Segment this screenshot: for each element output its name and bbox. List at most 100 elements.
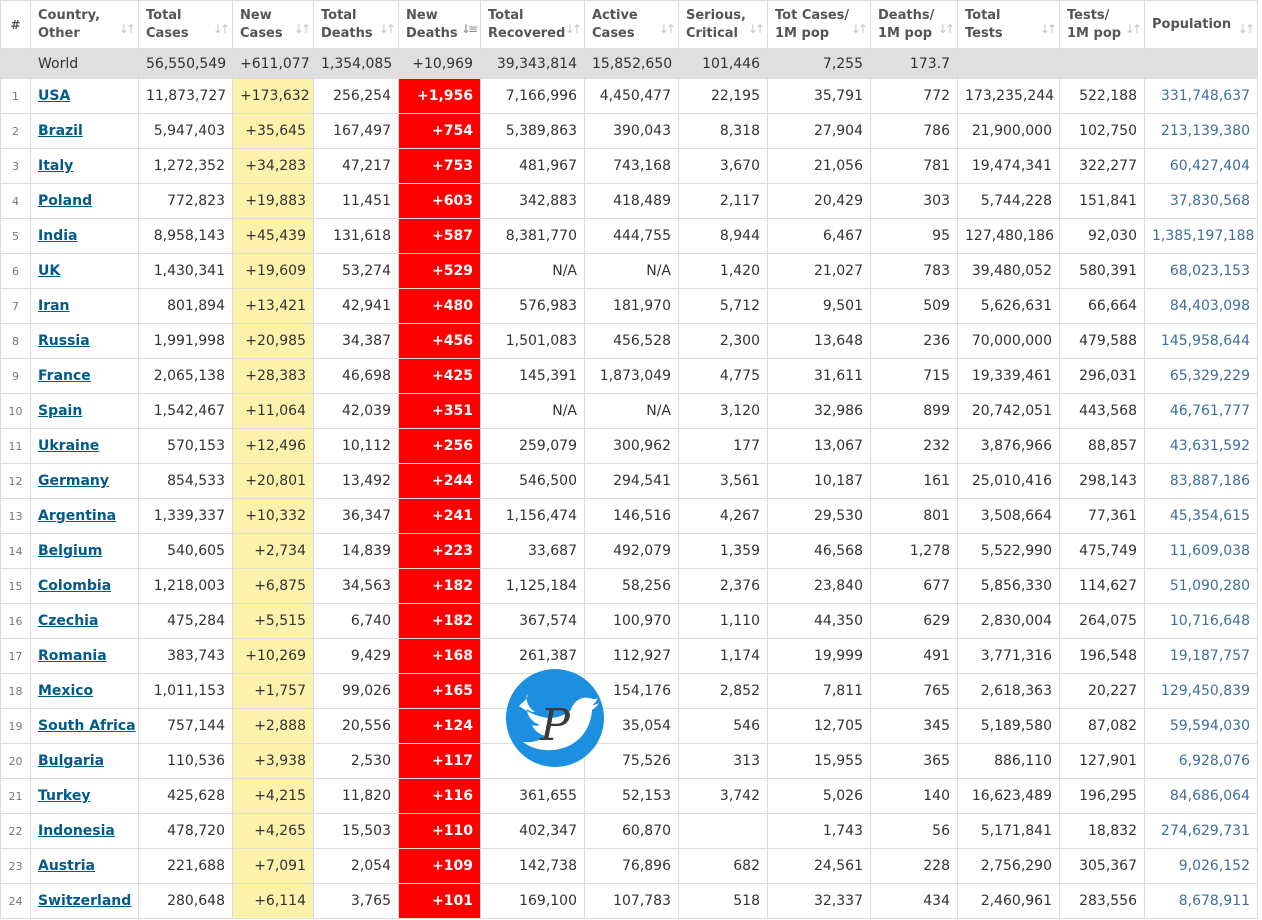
cell-total-cases: 1,991,998 (138, 323, 233, 359)
country-link[interactable]: Turkey (38, 788, 90, 804)
country-link[interactable]: Poland (38, 193, 92, 209)
table-row: 4 Poland 772,823 +19,883 11,451 +603 342,883 41… (0, 183, 1258, 219)
table-row: 12 Germany 854,533 +20,801 13,492 +244 546,500… (0, 463, 1258, 499)
sort-arrows-icon[interactable]: ↓↑ (851, 20, 868, 38)
row-index: 20 (0, 743, 31, 779)
sort-arrows-icon[interactable]: ↓↑ (1040, 20, 1057, 38)
column-header-11[interactable]: Total Tests ↓↑ (957, 0, 1060, 49)
sort-arrows-icon[interactable]: ↓↑ (659, 20, 676, 38)
cell-total-deaths: 9,429 (313, 638, 399, 674)
cell-serious: 101,446 (678, 48, 768, 79)
country-link[interactable]: Russia (38, 333, 90, 349)
cell-population: 45,354,615 (1144, 498, 1258, 534)
country-link[interactable]: Colombia (38, 578, 111, 594)
table-row: 7 Iran 801,894 +13,421 42,941 +480 576,983 181,… (0, 288, 1258, 324)
country-link[interactable]: Brazil (38, 123, 83, 139)
cell-new-cases: +7,091 (232, 848, 314, 884)
column-header-13[interactable]: Population ↓↑ (1144, 0, 1258, 49)
country-link[interactable]: Argentina (38, 508, 116, 524)
sort-arrows-icon[interactable]: ↓↑ (565, 20, 582, 38)
cell-serious: 3,120 (678, 393, 768, 429)
cell-tests-per-m: 580,391 (1059, 253, 1145, 289)
cell-cases-per-m: 44,350 (767, 603, 871, 639)
cell-total-tests: 2,756,290 (957, 848, 1060, 884)
cell-cases-per-m: 20,429 (767, 183, 871, 219)
cell-total-deaths: 6,740 (313, 603, 399, 639)
country-link[interactable]: Czechia (38, 613, 98, 629)
sort-arrows-icon[interactable]: ↓↑ (748, 20, 765, 38)
country-link[interactable]: Belgium (38, 543, 102, 559)
country-link[interactable]: Iran (38, 298, 70, 314)
column-header-label: Tot Cases/ 1M pop (775, 7, 850, 41)
row-index: 9 (0, 358, 31, 394)
sort-arrows-icon[interactable]: ↓↑ (1125, 20, 1142, 38)
country-link[interactable]: Germany (38, 473, 109, 489)
cell-total-cases: 5,947,403 (138, 113, 233, 149)
column-header-10[interactable]: Deaths/ 1M pop ↓↑ (870, 0, 958, 49)
table-row: 13 Argentina 1,339,337 +10,332 36,347 +241 1,1… (0, 498, 1258, 534)
cell-total-cases: 1,430,341 (138, 253, 233, 289)
cell-deaths-per-m: 677 (870, 568, 958, 604)
country-link[interactable]: Mexico (38, 683, 93, 699)
cell-deaths-per-m: 899 (870, 393, 958, 429)
table-row: 21 Turkey 425,628 +4,215 11,820 +116 361,655 52… (0, 778, 1258, 814)
cell-cases-per-m: 19,999 (767, 638, 871, 674)
column-header-label: New Cases (240, 7, 283, 41)
cell-deaths-per-m: 783 (870, 253, 958, 289)
cell-new-deaths: +168 (398, 638, 481, 674)
cell-tests-per-m: 87,082 (1059, 708, 1145, 744)
country-link[interactable]: Ukraine (38, 438, 99, 454)
country-link[interactable]: Romania (38, 648, 107, 664)
column-header-3[interactable]: New Cases ↓↑ (232, 0, 314, 49)
table-row: 10 Spain 1,542,467 +11,064 42,039 +351 N/A N/A 3… (0, 393, 1258, 429)
column-header-1[interactable]: Country, Other ↓↑ (30, 0, 139, 49)
cell-deaths-per-m: 140 (870, 778, 958, 814)
sort-arrows-icon[interactable]: ↓↑ (294, 20, 311, 38)
country-link[interactable]: India (38, 228, 77, 244)
column-header-12[interactable]: Tests/ 1M pop ↓↑ (1059, 0, 1145, 49)
country-link[interactable]: Spain (38, 403, 82, 419)
column-header-6[interactable]: Total Recovered ↓↑ (480, 0, 585, 49)
cell-population: 331,748,637 (1144, 78, 1258, 114)
column-header-9[interactable]: Tot Cases/ 1M pop ↓↑ (767, 0, 871, 49)
sort-arrows-icon[interactable]: ↓≡ (461, 20, 478, 38)
country-link[interactable]: Bulgaria (38, 753, 104, 769)
cell-total-recovered: 259,079 (480, 428, 585, 464)
sort-arrows-icon[interactable]: ↓↑ (379, 20, 396, 38)
sort-arrows-icon[interactable]: ↓↑ (1238, 20, 1255, 38)
cell-serious: 4,267 (678, 498, 768, 534)
country-link[interactable]: France (38, 368, 91, 384)
cell-cases-per-m: 10,187 (767, 463, 871, 499)
country-link[interactable]: Italy (38, 158, 73, 174)
sort-arrows-icon[interactable]: ↓↑ (938, 20, 955, 38)
cell-cases-per-m: 32,337 (767, 883, 871, 919)
column-header-7[interactable]: Active Cases ↓↑ (584, 0, 679, 49)
column-header-2[interactable]: Total Cases ↓↑ (138, 0, 233, 49)
cell-cases-per-m: 7,255 (767, 48, 871, 79)
country-link[interactable]: UK (38, 263, 60, 279)
cell-cases-per-m: 1,743 (767, 813, 871, 849)
cell-new-deaths: +182 (398, 568, 481, 604)
country-link[interactable]: Switzerland (38, 893, 131, 909)
table-row: 8 Russia 1,991,998 +20,985 34,387 +456 1,501,0… (0, 323, 1258, 359)
sort-arrows-icon[interactable]: ↓↑ (213, 20, 230, 38)
row-index: 21 (0, 778, 31, 814)
cell-total-cases: 2,065,138 (138, 358, 233, 394)
cell-serious: 3,561 (678, 463, 768, 499)
country-link[interactable]: South Africa (38, 718, 136, 734)
country-link[interactable]: Indonesia (38, 823, 115, 839)
cell-total-deaths: 2,530 (313, 743, 399, 779)
country-link[interactable]: USA (38, 88, 70, 104)
row-index: 3 (0, 148, 31, 184)
cell-deaths-per-m: 786 (870, 113, 958, 149)
column-header-8[interactable]: Serious, Critical ↓↑ (678, 0, 768, 49)
country-link[interactable]: Austria (38, 858, 95, 874)
cell-tests-per-m: 475,749 (1059, 533, 1145, 569)
sort-arrows-icon[interactable]: ↓↑ (119, 20, 136, 38)
column-header-4[interactable]: Total Deaths ↓↑ (313, 0, 399, 49)
cell-total-tests (957, 48, 1060, 79)
cell-new-cases: +3,938 (232, 743, 314, 779)
column-header-5[interactable]: New Deaths ↓≡ (398, 0, 481, 49)
country-cell: Indonesia (30, 813, 139, 849)
column-header-label: Deaths/ 1M pop (878, 7, 935, 41)
